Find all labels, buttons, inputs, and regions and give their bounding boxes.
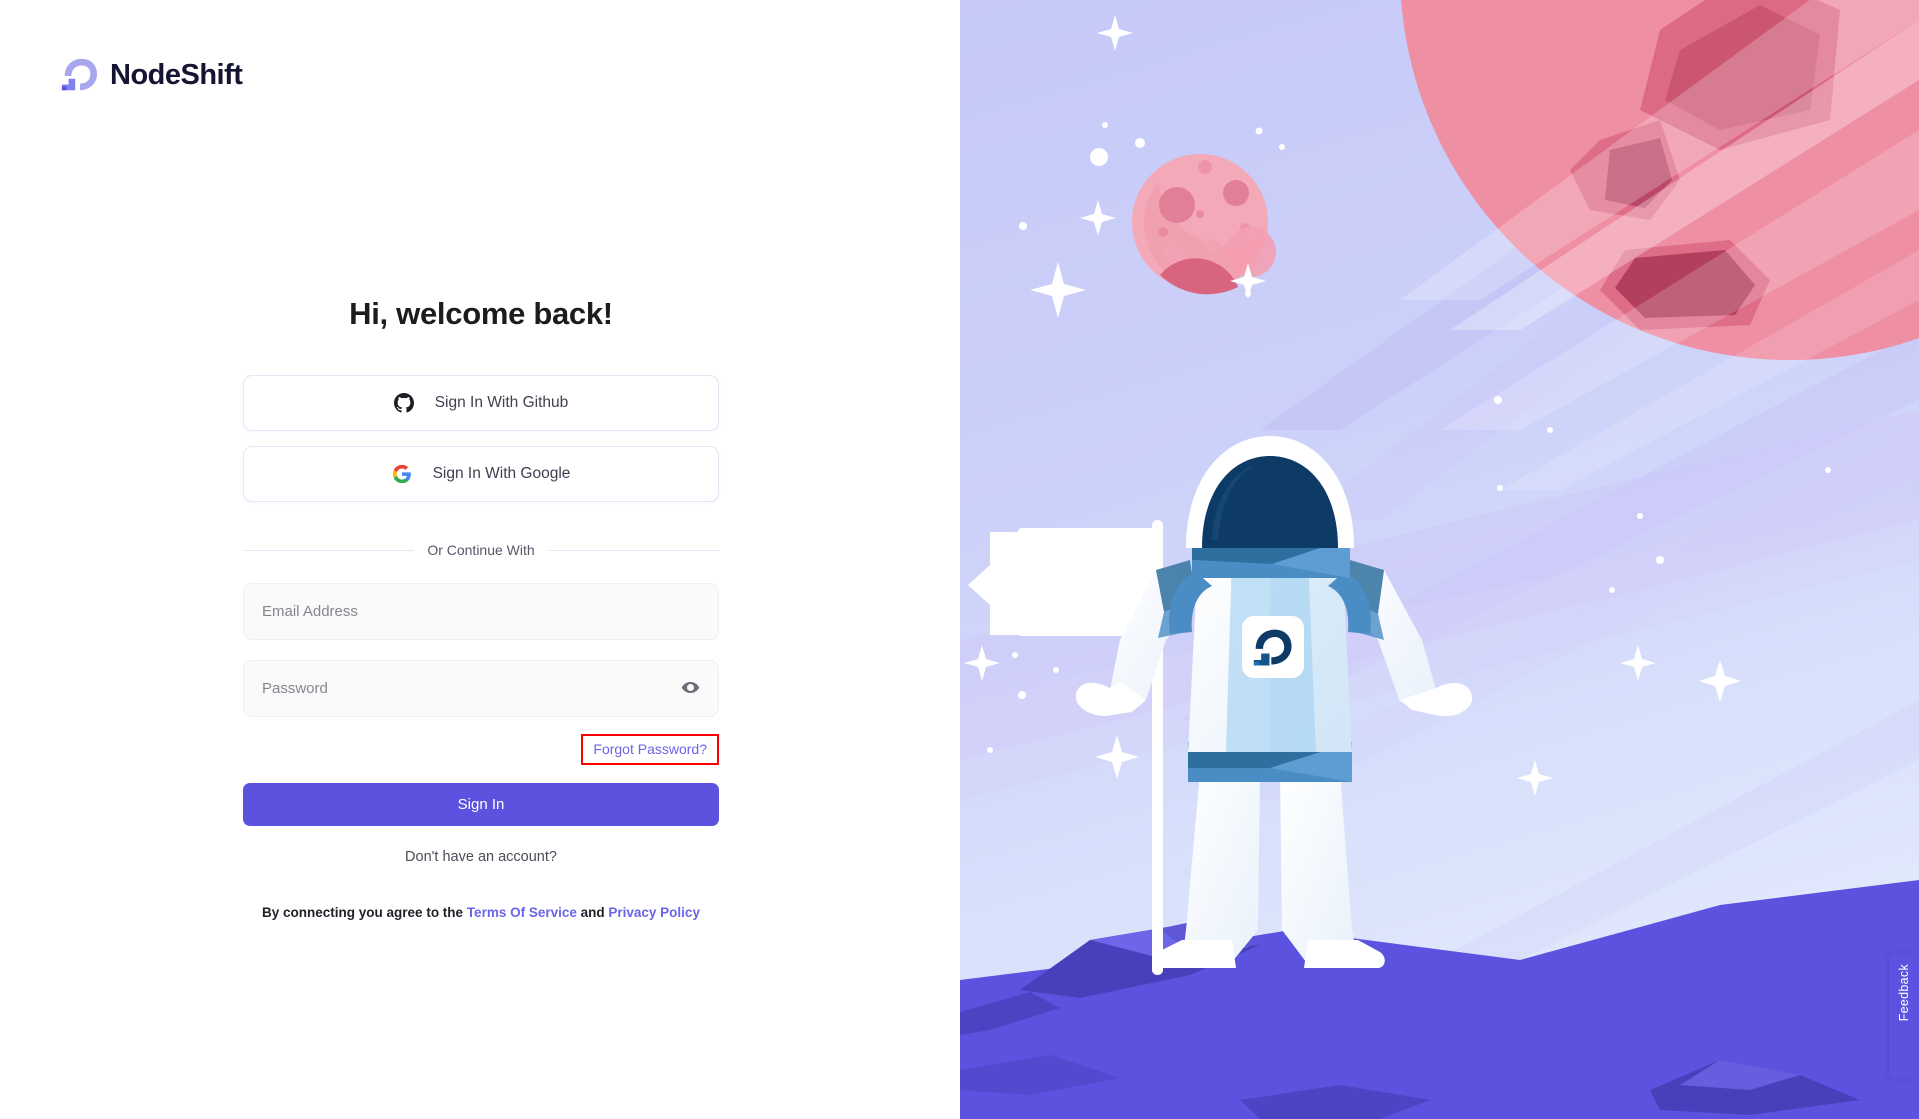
auth-panel: NodeShift Hi, welcome back! Sign In With… [0, 0, 960, 1119]
github-icon [393, 393, 414, 413]
space-illustration [960, 0, 1919, 1119]
forgot-password-link[interactable]: Forgot Password? [581, 734, 719, 765]
signin-github-button[interactable]: Sign In With Github [243, 375, 719, 431]
illustration-panel: Feedback [960, 0, 1919, 1119]
email-input[interactable] [244, 584, 718, 639]
signin-submit-button[interactable]: Sign In [243, 783, 719, 826]
brand-logo[interactable]: NodeShift [60, 56, 243, 94]
signin-form: Hi, welcome back! Sign In With Github Si… [243, 296, 719, 920]
eye-icon [681, 678, 700, 700]
divider: Or Continue With [243, 542, 719, 558]
feedback-button[interactable]: Feedback [1889, 953, 1919, 1079]
terms-conjunction: and [576, 905, 609, 920]
nodeshift-wave-logo-icon [60, 56, 98, 94]
password-input[interactable] [244, 661, 718, 716]
toggle-password-visibility-button[interactable] [678, 677, 702, 701]
privacy-policy-link[interactable]: Privacy Policy [608, 905, 700, 920]
brand-name: NodeShift [110, 58, 243, 91]
signin-google-button[interactable]: Sign In With Google [243, 446, 719, 502]
google-icon [392, 464, 412, 484]
email-field-wrapper[interactable] [243, 583, 719, 640]
chat-bubble-icon [1897, 1028, 1912, 1043]
password-field-wrapper[interactable] [243, 660, 719, 717]
page-title: Hi, welcome back! [349, 296, 613, 331]
signup-prompt[interactable]: Don't have an account? [243, 849, 719, 865]
signin-google-label: Sign In With Google [432, 465, 571, 482]
signin-page: NodeShift Hi, welcome back! Sign In With… [0, 0, 1919, 1119]
terms-of-service-link[interactable]: Terms Of Service [467, 905, 577, 920]
terms-prefix: By connecting you agree to the [262, 905, 467, 920]
divider-label: Or Continue With [427, 542, 535, 558]
signin-github-label: Sign In With Github [434, 394, 569, 411]
forgot-password-row: Forgot Password? [243, 734, 719, 765]
terms-notice: By connecting you agree to the Terms Of … [243, 905, 719, 920]
